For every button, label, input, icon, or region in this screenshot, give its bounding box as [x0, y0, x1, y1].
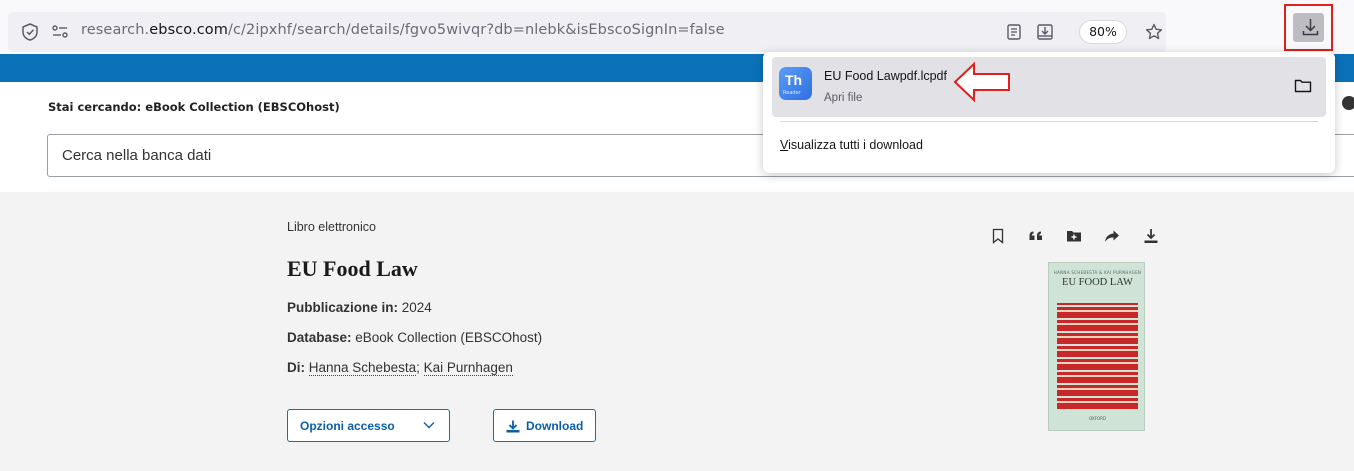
url-path: /c/2ipxhf/search/details/fgvo5wivqr?db=n…: [228, 22, 725, 38]
search-scope-label: Stai cercando: eBook Collection (EBSCOho…: [48, 100, 340, 114]
publication-label: Pubblicazione in:: [287, 300, 399, 315]
app-badge-sub: Reader: [783, 90, 801, 96]
url-prefix: research.: [81, 22, 150, 38]
access-options-dropdown[interactable]: Opzioni accesso: [287, 409, 450, 442]
url-bar[interactable]: research.ebsco.com/c/2ipxhf/search/detai…: [8, 12, 1166, 52]
quote-icon[interactable]: [1028, 228, 1044, 244]
database-value: eBook Collection (EBSCOhost): [351, 330, 543, 345]
star-icon[interactable]: [1144, 22, 1164, 42]
cover-authors: HANNA SCHEBESTA & KAI PURNHAGEN: [1053, 270, 1142, 275]
bookmark-icon[interactable]: [990, 228, 1006, 244]
save-to-pocket-icon[interactable]: [1035, 22, 1055, 42]
publication-value: 2024: [398, 300, 432, 315]
thorium-reader-icon: Th Reader: [779, 67, 812, 100]
download-item[interactable]: Th Reader EU Food Lawpdf.lcpdf Apri file: [772, 57, 1326, 117]
add-to-folder-icon[interactable]: [1066, 228, 1082, 244]
document-type: Libro elettronico: [287, 220, 376, 234]
share-icon[interactable]: [1104, 228, 1120, 244]
download-button[interactable]: Download: [493, 409, 596, 442]
shield-icon[interactable]: [20, 22, 40, 42]
book-cover[interactable]: HANNA SCHEBESTA & KAI PURNHAGEN EU FOOD …: [1048, 262, 1145, 431]
author-link[interactable]: Hanna Schebesta: [308, 360, 417, 376]
reader-view-icon[interactable]: [1004, 22, 1024, 42]
cover-artwork: [1057, 303, 1138, 409]
url-domain: ebsco.com: [149, 22, 228, 38]
url-text[interactable]: research.ebsco.com/c/2ipxhf/search/detai…: [81, 22, 725, 38]
permissions-icon[interactable]: [50, 22, 70, 42]
chevron-down-icon: [423, 422, 435, 429]
browser-toolbar: research.ebsco.com/c/2ipxhf/search/detai…: [0, 0, 1354, 54]
download-icon[interactable]: [1143, 228, 1159, 244]
cover-publisher: OXFORD: [1089, 416, 1106, 421]
authors-line: Di: Hanna Schebesta; Kai Purnhagen: [287, 360, 513, 376]
show-all-downloads-link[interactable]: Visualizza tutti i download: [780, 138, 923, 152]
database-label: Database:: [287, 330, 352, 345]
cover-title: EU FOOD LAW: [1062, 277, 1133, 288]
record-detail-panel: Libro elettronico EU Food Law Pubblicazi…: [0, 192, 1354, 471]
panel-divider: [780, 121, 1318, 122]
download-file-name: EU Food Lawpdf.lcpdf: [824, 69, 947, 83]
record-title: EU Food Law: [287, 256, 418, 281]
profile-icon[interactable]: [1342, 96, 1354, 110]
download-button-label: Download: [526, 419, 584, 433]
folder-icon[interactable]: [1294, 78, 1312, 94]
access-options-label: Opzioni accesso: [300, 419, 395, 433]
database-line: Database: eBook Collection (EBSCOhost): [287, 330, 542, 345]
author-link[interactable]: Kai Purnhagen: [423, 360, 513, 376]
publication-line: Pubblicazione in: 2024: [287, 300, 432, 315]
app-badge: Th: [785, 72, 803, 88]
download-icon: [1302, 19, 1319, 36]
show-all-label: isualizza tutti i download: [788, 138, 923, 152]
author-separator: ;: [416, 360, 424, 375]
accesskey-letter: V: [780, 138, 789, 152]
annotation-arrow-icon: [953, 61, 1010, 103]
authors-label: Di:: [287, 360, 305, 375]
download-icon: [506, 420, 520, 433]
zoom-level-badge[interactable]: 80%: [1079, 20, 1127, 44]
download-file-action: Apri file: [824, 92, 863, 104]
downloads-panel: Th Reader EU Food Lawpdf.lcpdf Apri file…: [763, 52, 1335, 173]
downloads-button[interactable]: [1284, 4, 1333, 51]
